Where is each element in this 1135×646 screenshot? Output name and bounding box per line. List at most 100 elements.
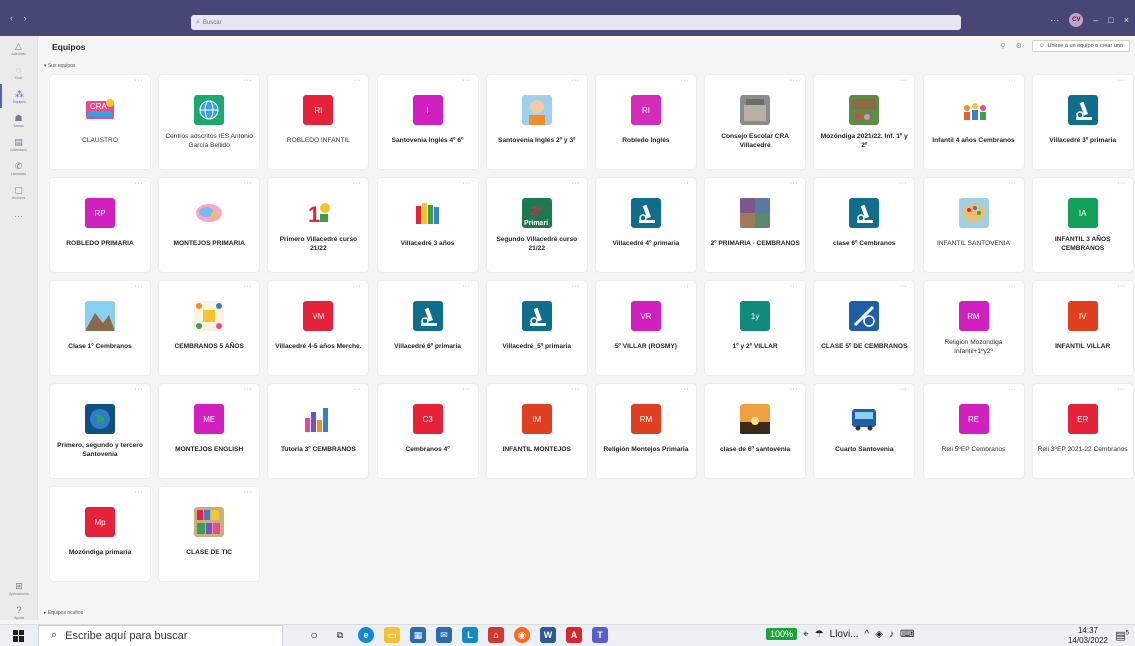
- team-card[interactable]: ··· MONTEJOS PRIMARIA: [159, 178, 260, 272]
- keyboard-icon[interactable]: ⌨: [900, 629, 914, 640]
- team-card[interactable]: ··· Centros adscritos IES Antonio García …: [159, 75, 260, 169]
- team-card[interactable]: ··· Cuarto Santovenia: [814, 384, 915, 478]
- office-icon[interactable]: ⌂: [488, 627, 504, 643]
- more-options-icon[interactable]: ···: [1117, 283, 1126, 290]
- more-options-icon[interactable]: ···: [1008, 386, 1017, 393]
- team-card[interactable]: ··· IA INFANTIL 3 AÑOS CEMBRANOS: [1032, 178, 1133, 272]
- more-options-icon[interactable]: ···: [135, 489, 144, 496]
- more-options-icon[interactable]: ···: [680, 77, 689, 84]
- team-card[interactable]: ··· Villacedré 6º primaria: [377, 281, 478, 375]
- rail-item-apps[interactable]: ⊞ Aplicaciones: [0, 576, 38, 600]
- clock[interactable]: 14:37 14/03/2022: [1068, 626, 1108, 646]
- team-card[interactable]: ··· VR 5º VILLAR (ROSMY): [595, 281, 696, 375]
- start-button[interactable]: [0, 629, 38, 642]
- more-options-icon[interactable]: ···: [790, 77, 799, 84]
- join-or-create-team-button[interactable]: ☺ Unirse a un equipo o crear uno: [1031, 40, 1130, 52]
- task-view-icon[interactable]: ⧉: [332, 627, 348, 643]
- section-my-teams[interactable]: ▾ Sus equipos: [44, 63, 75, 69]
- section-hidden-teams[interactable]: ▸ Equipos ocultos: [44, 610, 83, 616]
- more-options-icon[interactable]: ···: [1050, 15, 1059, 25]
- more-options-icon[interactable]: ···: [899, 283, 908, 290]
- more-options-icon[interactable]: ···: [571, 77, 580, 84]
- weather-label[interactable]: Llovi...: [830, 629, 859, 640]
- more-options-icon[interactable]: ···: [571, 283, 580, 290]
- team-card[interactable]: ··· Consejo Escolar CRA Villacedré: [705, 75, 806, 169]
- more-options-icon[interactable]: ···: [353, 386, 362, 393]
- network-icon[interactable]: ◈: [875, 629, 883, 640]
- minimize-button[interactable]: –: [1093, 15, 1098, 25]
- team-card[interactable]: ··· CLASE DE TIC: [159, 487, 260, 581]
- team-card[interactable]: ··· Clase 1º Cembranos: [50, 281, 150, 375]
- more-options-icon[interactable]: ···: [353, 283, 362, 290]
- more-options-icon[interactable]: ···: [1008, 283, 1017, 290]
- chevron-up-icon[interactable]: ^: [865, 629, 870, 640]
- more-options-icon[interactable]: ···: [462, 180, 471, 187]
- more-options-icon[interactable]: ···: [1008, 77, 1017, 84]
- team-card[interactable]: ··· clase de 6º santovenia: [705, 384, 806, 478]
- rail-item-more[interactable]: ···: [0, 204, 37, 228]
- more-options-icon[interactable]: ···: [899, 180, 908, 187]
- mail-icon[interactable]: ✉: [436, 627, 452, 643]
- team-card[interactable]: ··· clase 6º Cembranos: [814, 178, 915, 272]
- team-card[interactable]: ··· Villacedré 4º primaria: [595, 178, 696, 272]
- more-options-icon[interactable]: ···: [135, 386, 144, 393]
- team-card[interactable]: ··· RE Reli 5ºEP Cembranos: [923, 384, 1024, 478]
- teams-icon[interactable]: T: [592, 627, 608, 643]
- more-options-icon[interactable]: ···: [680, 180, 689, 187]
- team-card[interactable]: ··· INFANTIL SANTOVENIA: [923, 178, 1024, 272]
- team-card[interactable]: ··· CEMBRANOS 5 AÑOS: [159, 281, 260, 375]
- rail-item-help[interactable]: ? Ayuda: [0, 600, 38, 624]
- more-options-icon[interactable]: ···: [790, 283, 799, 290]
- team-card[interactable]: ··· Villacedré_5º primaria: [486, 281, 587, 375]
- app-l-icon[interactable]: L: [462, 627, 478, 643]
- more-options-icon[interactable]: ···: [462, 77, 471, 84]
- team-card[interactable]: ··· Primero, segundo y tercero Santovenia: [50, 384, 150, 478]
- more-options-icon[interactable]: ···: [353, 180, 362, 187]
- more-options-icon[interactable]: ···: [790, 180, 799, 187]
- more-options-icon[interactable]: ···: [244, 77, 253, 84]
- cortana-icon[interactable]: ○: [306, 627, 322, 643]
- team-card[interactable]: ··· 1y 1º y 2º VILLAR: [705, 281, 806, 375]
- volume-icon[interactable]: ♪: [889, 629, 894, 640]
- team-card[interactable]: ··· Villacedré 3º primaria: [1032, 75, 1133, 169]
- team-card[interactable]: ··· CRA CLAUSTRO: [50, 75, 150, 169]
- more-options-icon[interactable]: ···: [680, 283, 689, 290]
- more-options-icon[interactable]: ···: [680, 386, 689, 393]
- more-options-icon[interactable]: ···: [1117, 77, 1126, 84]
- more-options-icon[interactable]: ···: [1117, 386, 1126, 393]
- filter-icon[interactable]: ⚲: [1000, 42, 1005, 50]
- more-options-icon[interactable]: ···: [1008, 180, 1017, 187]
- more-options-icon[interactable]: ···: [135, 180, 144, 187]
- search-box[interactable]: ⌕ Buscar: [191, 15, 961, 30]
- more-options-icon[interactable]: ···: [1117, 180, 1126, 187]
- calculator-icon[interactable]: ▦: [410, 627, 426, 643]
- edge-icon[interactable]: e: [358, 627, 374, 643]
- rail-item-teams[interactable]: ⁂ Equipos: [0, 84, 37, 108]
- more-options-icon[interactable]: ···: [571, 386, 580, 393]
- file-explorer-icon[interactable]: ▭: [384, 627, 400, 643]
- more-options-icon[interactable]: ···: [244, 180, 253, 187]
- rail-item-bell[interactable]: △ Actividad: [0, 36, 37, 60]
- battery-indicator[interactable]: 100%: [766, 628, 798, 640]
- more-options-icon[interactable]: ···: [899, 77, 908, 84]
- team-card[interactable]: ··· I Santovenia Inglés 4º 6º: [377, 75, 478, 169]
- team-card[interactable]: ··· Infantil 4 años Cembranos: [923, 75, 1024, 169]
- more-options-icon[interactable]: ···: [244, 489, 253, 496]
- team-card[interactable]: ··· Tutoría 3º CEMBRANOS: [268, 384, 369, 478]
- team-card[interactable]: ··· IV INFANTIL VILLAR: [1032, 281, 1133, 375]
- team-card[interactable]: ··· RI ROBLEDO INFANTIL: [268, 75, 369, 169]
- nav-arrows[interactable]: ‹ ›: [0, 13, 38, 23]
- more-options-icon[interactable]: ···: [462, 386, 471, 393]
- team-card[interactable]: ··· VM Villacedré 4-5 años Merche.: [268, 281, 369, 375]
- gear-icon[interactable]: ⚙: [1016, 42, 1022, 50]
- team-card[interactable]: ··· RM Religión Montejos Primaria: [595, 384, 696, 478]
- rail-item-phone[interactable]: ✆ Llamadas: [0, 156, 37, 180]
- team-card[interactable]: ··· Villacedré 3 años: [377, 178, 478, 272]
- team-card[interactable]: ··· ER Reli 3ºEP 2021-22 Cembranos: [1032, 384, 1133, 478]
- team-card[interactable]: ··· ME MONTEJOS ENGLISH: [159, 384, 260, 478]
- word-icon[interactable]: W: [540, 627, 556, 643]
- acrobat-icon[interactable]: A: [566, 627, 582, 643]
- more-options-icon[interactable]: ···: [790, 386, 799, 393]
- more-options-icon[interactable]: ···: [571, 180, 580, 187]
- team-card[interactable]: ··· RM Religión Mozondiga Infantil+1ºy2º: [923, 281, 1024, 375]
